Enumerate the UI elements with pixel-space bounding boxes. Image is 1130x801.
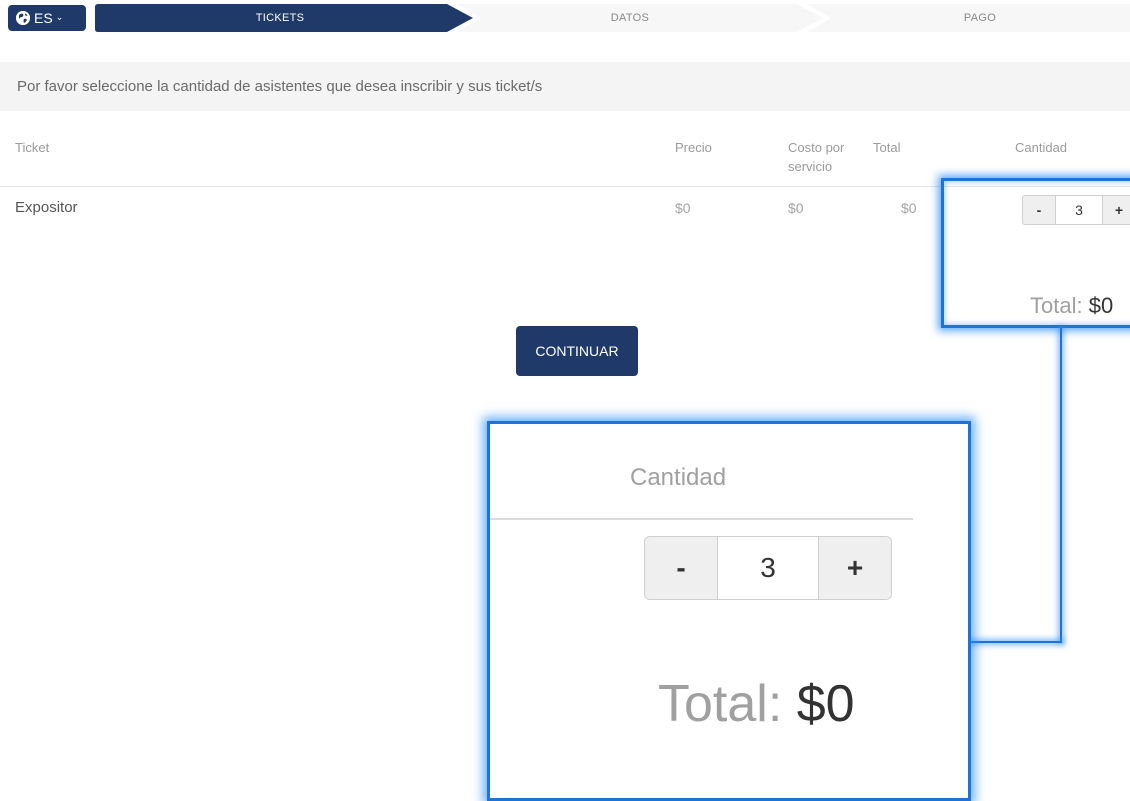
ticket-total: $0 [901, 200, 917, 216]
zoom-divider [490, 518, 913, 520]
column-header-precio: Precio [675, 140, 712, 155]
zoom-callout: Cantidad - 3 + Total: $0 [487, 421, 971, 801]
zoom-decrement-button: - [645, 537, 717, 599]
callout-connector-vertical [1060, 328, 1062, 642]
zoom-increment-button: + [819, 537, 891, 599]
zoom-quantity-value: 3 [717, 537, 819, 599]
callout-connector-horizontal [970, 641, 1062, 643]
language-selector[interactable]: ES ⌄ [8, 5, 86, 31]
column-header-cantidad: Cantidad [1015, 140, 1068, 155]
language-code: ES [34, 10, 53, 26]
column-header-costo: Costo por servicio [788, 140, 845, 174]
column-header-total: Total [873, 140, 901, 155]
chevron-down-icon: ⌄ [55, 11, 64, 22]
zoom-total-label: Total: [658, 675, 783, 733]
ticket-name: Expositor [15, 199, 78, 216]
step-pago: PAGO [963, 12, 997, 24]
continue-button[interactable]: CONTINUAR [516, 326, 638, 376]
zoom-cantidad-label: Cantidad [630, 464, 727, 491]
step-datos: DATOS [610, 12, 650, 24]
zoom-quantity-stepper: - 3 + [644, 536, 892, 600]
step-tickets: TICKETS [255, 12, 305, 24]
column-header-ticket: Ticket [15, 140, 50, 155]
instruction-text: Por favor seleccione la cantidad de asis… [0, 62, 1130, 111]
ticket-precio: $0 [675, 200, 691, 216]
zoom-total-value: $0 [796, 675, 855, 733]
progress-steps: TICKETS DATOS PAGO [95, 4, 1130, 32]
globe-icon [16, 11, 30, 25]
zoom-total: Total: $0 [658, 674, 855, 734]
ticket-costo: $0 [788, 200, 804, 216]
highlight-box [941, 178, 1130, 328]
